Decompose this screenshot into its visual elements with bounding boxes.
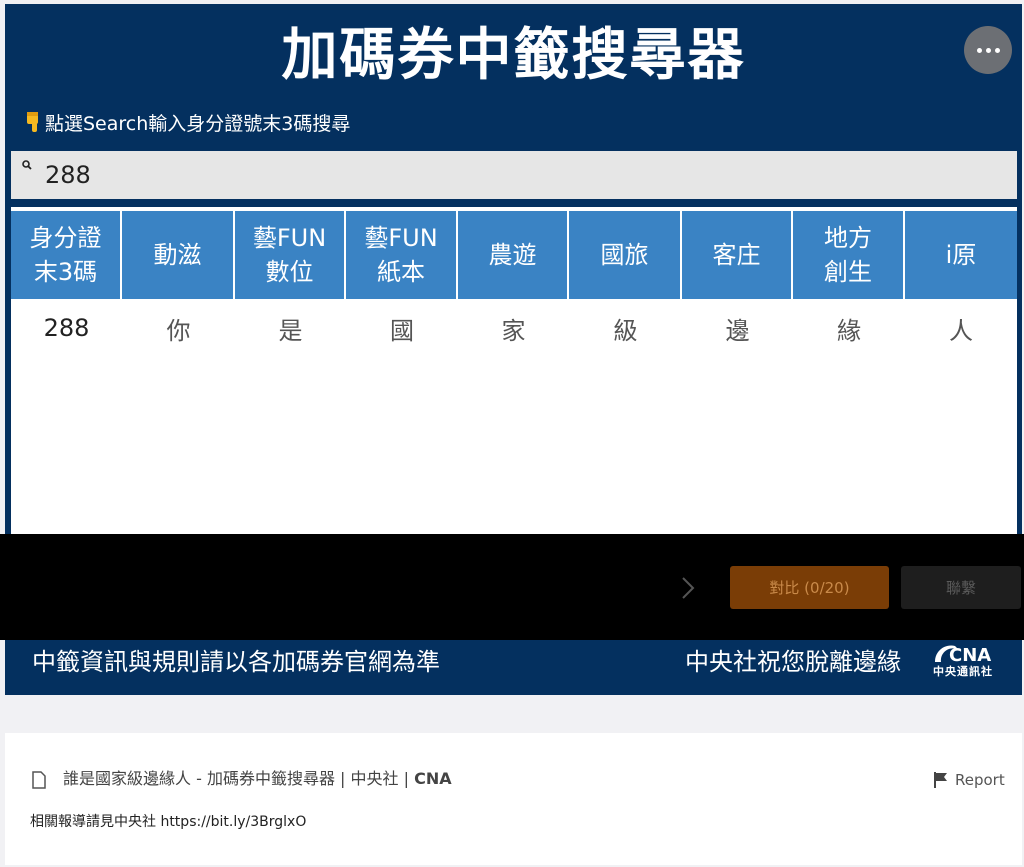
dot-icon: [994, 47, 1000, 53]
report-link[interactable]: Report: [955, 768, 1005, 792]
pointing-hand-icon: [27, 112, 38, 132]
search-bar[interactable]: [11, 151, 1017, 199]
chevron-right-icon[interactable]: [676, 572, 700, 604]
footer-slogan: 中央社祝您脫離邊緣: [685, 648, 901, 676]
embed-title[interactable]: 誰是國家級邊緣人 - 加碼券中籤搜尋器 | 中央社 | CNA: [63, 767, 452, 791]
contact-button[interactable]: 聯繫: [901, 566, 1021, 609]
embed-info-panel: 誰是國家級邊緣人 - 加碼券中籤搜尋器 | 中央社 | CNA Report 相…: [5, 733, 1022, 865]
column-header-arts-paper[interactable]: 藝FUN 紙本: [346, 211, 458, 299]
dot-icon: [985, 47, 991, 53]
table-cell: 288: [43, 314, 90, 342]
table-cell: 級: [613, 316, 638, 345]
table-cell: 家: [501, 316, 526, 345]
column-header-id[interactable]: 身分證 末3碼: [11, 211, 122, 299]
search-input[interactable]: [39, 151, 999, 199]
table-header-row: 身分證 末3碼 動滋 藝FUN 數位 藝FUN 紙本 農遊 國旅 客庄 地方 創…: [11, 211, 1017, 299]
search-icon: [22, 160, 32, 170]
table-cell: 你: [166, 316, 191, 345]
dot-icon: [976, 47, 982, 53]
instruction-line: 點選Search輸入身分證號末3碼搜尋: [25, 107, 350, 137]
table-cell: 國: [390, 316, 414, 345]
table-cell: 邊: [725, 316, 750, 345]
column-header-indigenous[interactable]: i原: [905, 211, 1017, 299]
column-header-sports[interactable]: 動滋: [122, 211, 235, 299]
compare-button[interactable]: 對比 (0/20): [730, 566, 889, 609]
table-cell: 緣: [837, 316, 861, 345]
flag-icon[interactable]: [933, 771, 949, 789]
column-header-farm-tour[interactable]: 農遊: [458, 211, 569, 299]
embed-title-brand: CNA: [414, 769, 452, 788]
results-table: 身分證 末3碼 動滋 藝FUN 數位 藝FUN 紙本 農遊 國旅 客庄 地方 創…: [11, 207, 1017, 540]
column-header-arts-digital[interactable]: 藝FUN 數位: [235, 211, 346, 299]
more-options-button[interactable]: [964, 26, 1012, 74]
cna-logo-subtitle: 中央通訊社: [933, 665, 993, 678]
footer-disclaimer: 中籤資訊與規則請以各加碼券官網為準: [32, 648, 440, 676]
column-header-domestic-travel[interactable]: 國旅: [569, 211, 682, 299]
page-title: 加碼券中籤搜尋器: [281, 23, 746, 88]
table-cell: 人: [949, 316, 973, 345]
document-icon: [32, 771, 46, 789]
related-article-text: 相關報導請見中央社 https://bit.ly/3BrglxO: [30, 814, 307, 830]
instruction-text: 點選Search輸入身分證號末3碼搜尋: [45, 112, 351, 135]
embed-title-text: 誰是國家級邊緣人 - 加碼券中籤搜尋器 | 中央社 |: [63, 769, 415, 788]
table-row[interactable]: 288 你 是 國 家 級 邊 緣 人: [11, 303, 1017, 353]
column-header-hakka[interactable]: 客庄: [682, 211, 793, 299]
table-cell: 是: [278, 316, 303, 345]
column-header-local-revitalization[interactable]: 地方 創生: [793, 211, 905, 299]
